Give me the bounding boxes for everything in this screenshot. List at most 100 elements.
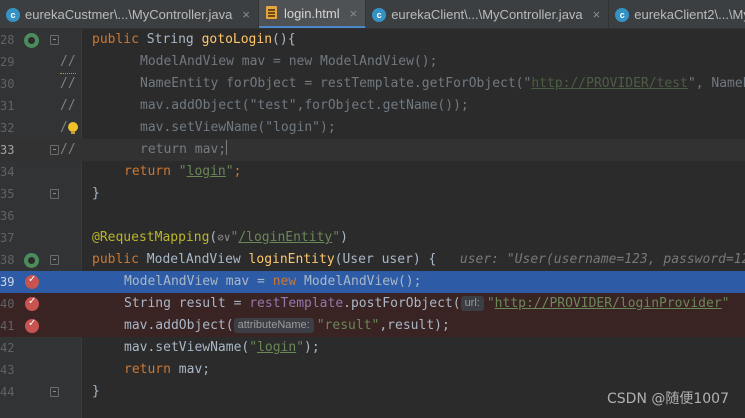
- code-text: return mav;: [124, 359, 210, 381]
- close-icon[interactable]: ×: [242, 7, 250, 22]
- fold-icon[interactable]: [50, 189, 59, 199]
- code-text: return mav;: [140, 139, 228, 161]
- code-line-40[interactable]: 40 String result = restTemplate.postForO…: [0, 293, 745, 315]
- code-token: ,result);: [379, 318, 450, 333]
- debug-inline-value: user: "User(username=123, password=123: [459, 252, 745, 267]
- code-text: }: [92, 186, 100, 201]
- line-number: 32: [0, 121, 15, 135]
- code-line-38[interactable]: 38 public ModelAndView loginEntity(User …: [0, 249, 745, 271]
- watermark: CSDN @随便1007: [607, 391, 729, 407]
- code-token: return: [124, 362, 179, 377]
- tab-label: eurekaCustmer\...\MyController.java: [25, 7, 233, 22]
- implementation-gutter-icon[interactable]: [24, 253, 39, 268]
- code-editor[interactable]: 28 public String gotoLogin(){ 29 // Mode…: [0, 29, 745, 418]
- code-line-39[interactable]: 39 ModelAndView mav = new ModelAndView()…: [0, 271, 745, 293]
- java-class-icon: c: [615, 7, 630, 22]
- close-icon[interactable]: ×: [350, 6, 358, 21]
- implementation-gutter-icon[interactable]: [24, 33, 39, 48]
- code-line-29[interactable]: 29 // ModelAndView mav = new ModelAndVie…: [0, 51, 745, 74]
- code-line-33[interactable]: 33 // return mav;: [0, 139, 745, 161]
- code-line-41[interactable]: 41 mav.addObject(attributeName:"result",…: [0, 315, 745, 337]
- code-text: ModelAndView mav = new ModelAndView();: [140, 54, 438, 69]
- breakpoint-icon[interactable]: [25, 274, 39, 289]
- code-token: gotoLogin: [201, 32, 273, 47]
- code-token: mav;: [178, 362, 211, 377]
- code-line-34[interactable]: 34 return "login";: [0, 161, 745, 183]
- code-token: ": [486, 296, 495, 311]
- tab-label: eurekaClient\...\MyController.java: [391, 7, 583, 22]
- line-number: 35: [0, 187, 15, 201]
- code-line-28[interactable]: 28 public String gotoLogin(){: [0, 29, 745, 51]
- code-token: new: [272, 274, 305, 289]
- code-line-37[interactable]: 37 @RequestMapping(⊘∨"/loginEntity"): [0, 227, 745, 249]
- fold-icon[interactable]: [50, 255, 59, 265]
- code-line-36[interactable]: 36: [0, 205, 745, 227]
- breakpoint-icon[interactable]: [25, 296, 39, 311]
- code-token: public: [92, 252, 147, 267]
- code-token: ": [721, 296, 730, 311]
- java-class-icon: c: [6, 7, 20, 22]
- code-line-43[interactable]: 43 return mav;: [0, 359, 745, 381]
- tab-eurekacustmer-mycontroller[interactable]: c eurekaCustmer\...\MyController.java ×: [0, 0, 259, 28]
- code-endpoint-link[interactable]: /loginEntity: [238, 230, 332, 245]
- line-number: 41: [0, 319, 15, 333]
- code-line-42[interactable]: 42 mav.setViewName("login");: [0, 337, 745, 359]
- code-token: ": [249, 340, 258, 355]
- line-number: 40: [0, 297, 15, 311]
- code-text: mav.addObject(attributeName: "result",res…: [124, 315, 450, 337]
- code-text: mav.setViewName("login");: [124, 337, 320, 359]
- line-number: 43: [0, 363, 15, 377]
- line-number: 29: [0, 55, 15, 69]
- editor-tab-bar: c eurekaCustmer\...\MyController.java × …: [0, 0, 745, 29]
- code-line-32[interactable]: 32 / mav.setViewName("login");: [0, 117, 745, 139]
- parameter-hint: url:: [460, 296, 484, 311]
- code-token: mav.setViewName(: [124, 340, 250, 355]
- code-url[interactable]: http://PROVIDER/test: [531, 76, 688, 91]
- code-view-link[interactable]: login: [187, 164, 226, 179]
- code-token: NameEntity forObject = restTemplate.getF…: [140, 76, 532, 91]
- code-text: @RequestMapping(⊘∨"/loginEntity"): [92, 227, 348, 249]
- java-class-icon: c: [372, 7, 387, 22]
- fold-icon[interactable]: [50, 35, 59, 45]
- fold-icon[interactable]: [50, 145, 59, 155]
- code-text: mav.addObject("test",forObject.getName()…: [140, 98, 469, 113]
- comment-marker: //: [60, 76, 76, 91]
- code-token: ModelAndView mav =: [124, 274, 273, 289]
- line-number: 37: [0, 231, 15, 245]
- tab-login-html[interactable]: login.html ×: [258, 0, 367, 28]
- code-token: @RequestMapping: [92, 230, 210, 245]
- code-text: NameEntity forObject = restTemplate.getF…: [140, 73, 745, 95]
- code-token: ": [225, 164, 234, 179]
- code-text: }: [92, 384, 100, 399]
- fold-icon[interactable]: [50, 387, 59, 397]
- line-number: 30: [0, 77, 15, 91]
- endpoint-globe-icon[interactable]: ⊘∨: [217, 231, 230, 244]
- line-number: 36: [0, 209, 15, 223]
- code-token: return mav;: [140, 142, 227, 157]
- code-line-31[interactable]: 31 // mav.addObject("test",forObject.get…: [0, 95, 745, 117]
- code-token: (){: [272, 32, 296, 47]
- code-url[interactable]: http://PROVIDER/loginProvider: [495, 296, 722, 311]
- comment-marker: /: [60, 120, 68, 135]
- code-token: return: [124, 164, 179, 179]
- lightbulb-icon[interactable]: [68, 122, 78, 134]
- line-number: 34: [0, 165, 15, 179]
- code-text: mav.setViewName("login");: [140, 120, 336, 135]
- code-token: String: [146, 32, 202, 47]
- code-token: ": [296, 340, 305, 355]
- code-token: restTemplate: [249, 296, 344, 311]
- code-text: ModelAndView mav = new ModelAndView();: [124, 271, 421, 293]
- tab-eurekaclient-mycontroller[interactable]: c eurekaClient\...\MyController.java ×: [366, 0, 610, 28]
- code-line-35[interactable]: 35 }: [0, 183, 745, 205]
- parameter-hint: attributeName:: [233, 318, 314, 333]
- breakpoint-icon[interactable]: [25, 318, 39, 333]
- code-line-30[interactable]: 30 // NameEntity forObject = restTemplat…: [0, 73, 745, 95]
- code-token: ): [340, 230, 348, 245]
- tab-eurekaclient2-mycontroller[interactable]: c eurekaClient2\...\MyController.java: [609, 0, 745, 28]
- close-icon[interactable]: ×: [593, 7, 601, 22]
- code-text: String result = restTemplate.postForObje…: [124, 293, 729, 315]
- code-view-link[interactable]: login: [257, 340, 296, 355]
- line-number: 38: [0, 253, 15, 267]
- tab-label: eurekaClient2\...\MyController.java: [634, 7, 745, 22]
- code-token: (User user) {: [334, 252, 437, 267]
